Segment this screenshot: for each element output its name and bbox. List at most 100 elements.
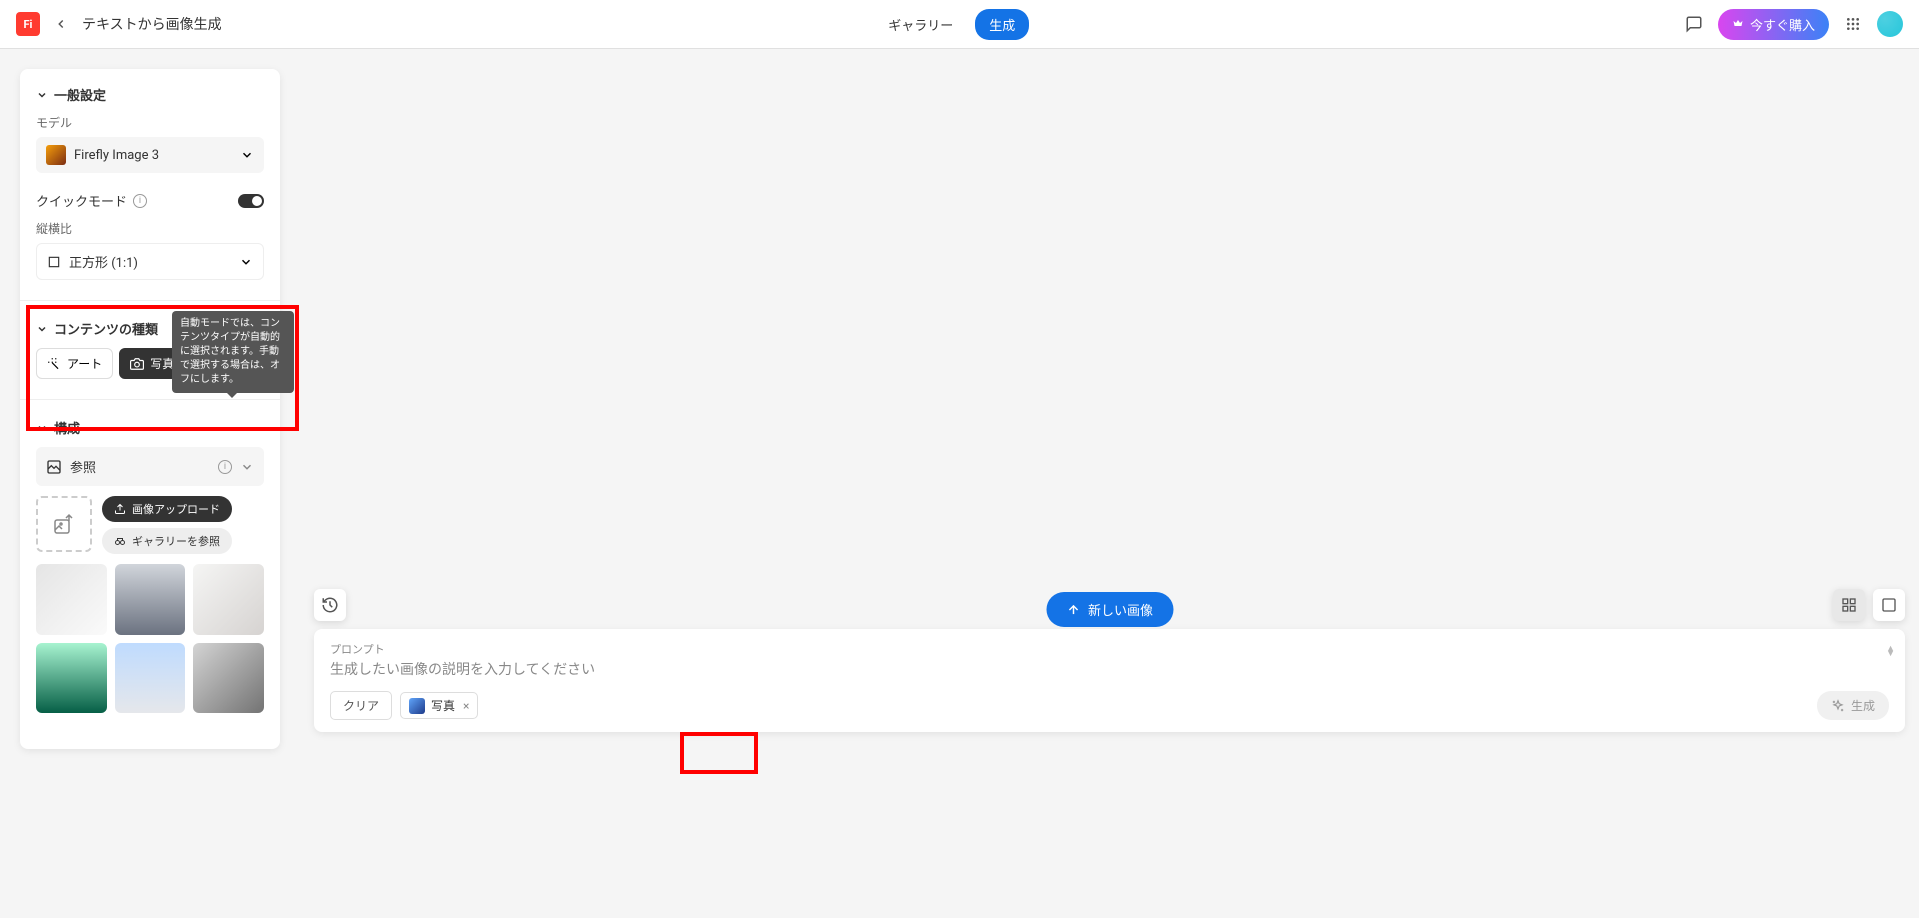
chevron-left-icon (54, 17, 68, 31)
section-content-type-title: コンテンツの種類 (54, 319, 158, 338)
cloud-upload-icon (114, 503, 126, 515)
quick-mode-label-group: クイックモード i (36, 191, 147, 210)
tab-gallery[interactable]: ギャラリー (874, 9, 967, 40)
header-tabs: ギャラリー 生成 (874, 9, 1029, 40)
header-left: Fi テキストから画像生成 (16, 12, 222, 36)
model-select[interactable]: Firefly Image 3 (36, 137, 264, 173)
square-icon (47, 255, 61, 269)
image-upload-icon (52, 512, 76, 536)
browse-gallery-label: ギャラリーを参照 (132, 533, 220, 549)
info-icon[interactable]: i (218, 460, 232, 474)
browse-gallery-button[interactable]: ギャラリーを参照 (102, 528, 232, 554)
generate-button[interactable]: 生成 (1817, 691, 1889, 720)
main-area: 一般設定 モデル Firefly Image 3 クイックモード i 縦横比 (0, 49, 1919, 918)
prompt-input[interactable]: 生成したい画像の説明を入力してください (330, 659, 1889, 679)
model-thumbnail (46, 145, 66, 165)
section-general-header[interactable]: 一般設定 (36, 85, 264, 104)
back-button[interactable] (52, 15, 70, 33)
section-composition-title: 構成 (54, 418, 80, 437)
aspect-select-content: 正方形 (1:1) (47, 252, 138, 271)
model-label: モデル (36, 114, 264, 131)
aspect-value: 正方形 (1:1) (69, 252, 138, 271)
ref-thumb-1[interactable] (36, 564, 107, 635)
page-title: テキストから画像生成 (82, 14, 222, 34)
ref-thumb-3[interactable] (193, 564, 264, 635)
chevron-down-icon (239, 255, 253, 269)
image-upload-button[interactable]: 画像アップロード (102, 496, 232, 522)
chevron-down-icon (240, 460, 254, 474)
reference-icon (46, 459, 62, 475)
chat-icon (1685, 15, 1703, 33)
prompt-box: ▲▼ プロンプト 生成したい画像の説明を入力してください クリア 写真 × 生成 (314, 629, 1905, 732)
quick-mode-toggle[interactable] (238, 194, 264, 208)
reference-box[interactable]: 参照 i (36, 447, 264, 486)
crown-icon (1732, 18, 1744, 30)
clear-button[interactable]: クリア (330, 691, 392, 720)
history-icon (321, 596, 339, 614)
ref-thumb-6[interactable] (193, 643, 264, 714)
photo-label: 写真 (150, 355, 174, 372)
sparkle-icon (1831, 699, 1845, 713)
single-view-icon (1881, 597, 1897, 613)
arrow-up-icon (1066, 603, 1080, 617)
art-label: アート (67, 355, 102, 372)
reference-thumbnails (36, 564, 264, 713)
user-avatar[interactable] (1877, 11, 1903, 37)
reference-right: i (218, 460, 254, 474)
chevron-down-icon (36, 323, 48, 335)
camera-icon (130, 357, 144, 371)
chevron-down-icon (240, 148, 254, 162)
model-value: Firefly Image 3 (74, 148, 159, 163)
section-composition: 構成 参照 i 画像アップロード (36, 418, 264, 713)
section-general: 一般設定 モデル Firefly Image 3 クイックモード i 縦横比 (36, 85, 264, 280)
info-icon[interactable]: i (133, 194, 147, 208)
upload-area: 画像アップロード ギャラリーを参照 (36, 496, 264, 554)
ref-thumb-5[interactable] (115, 643, 186, 714)
prompt-label: プロンプト (330, 641, 1889, 657)
single-view-button[interactable] (1873, 589, 1905, 621)
chevron-down-icon (36, 89, 48, 101)
quick-mode-label: クイックモード (36, 191, 127, 210)
chevron-down-icon (36, 422, 48, 434)
ref-thumb-4[interactable] (36, 643, 107, 714)
section-composition-header[interactable]: 構成 (36, 418, 264, 437)
apps-grid-button[interactable] (1841, 12, 1865, 36)
upload-dropzone[interactable] (36, 496, 92, 552)
upload-label: 画像アップロード (132, 501, 220, 517)
reference-label-group: 参照 (46, 457, 96, 476)
buy-now-label: 今すぐ購入 (1750, 15, 1815, 34)
buy-now-button[interactable]: 今すぐ購入 (1718, 9, 1829, 40)
binoculars-icon (114, 535, 126, 547)
content-type-art-button[interactable]: アート (36, 348, 113, 379)
generate-label: 生成 (1851, 697, 1875, 714)
prompt-tag-photo: 写真 × (400, 692, 478, 719)
aspect-select[interactable]: 正方形 (1:1) (36, 243, 264, 280)
aspect-label: 縦横比 (36, 220, 264, 237)
auto-mode-tooltip: 自動モードでは、コンテンツタイプが自動的に選択されます。手動で選択する場合は、オ… (172, 311, 294, 393)
section-general-title: 一般設定 (54, 85, 106, 104)
upload-buttons: 画像アップロード ギャラリーを参照 (102, 496, 232, 554)
new-image-button[interactable]: 新しい画像 (1046, 592, 1173, 627)
wand-icon (47, 357, 61, 371)
header-right: 今すぐ購入 (1682, 9, 1903, 40)
annotation-highlight-2 (680, 732, 758, 774)
ref-thumb-2[interactable] (115, 564, 186, 635)
tab-generate[interactable]: 生成 (975, 9, 1029, 40)
grid-view-icon (1841, 597, 1857, 613)
canvas-area: 新しい画像 ▲▼ プロンプト 生成したい画像の説明を入力してください クリア 写… (300, 49, 1919, 918)
tag-label: 写真 (431, 697, 455, 714)
reference-label: 参照 (70, 457, 96, 476)
resize-handle[interactable]: ▲▼ (1886, 647, 1895, 657)
app-header: Fi テキストから画像生成 ギャラリー 生成 今すぐ購入 (0, 0, 1919, 49)
notifications-button[interactable] (1682, 12, 1706, 36)
new-image-label: 新しい画像 (1088, 600, 1153, 619)
tag-remove-button[interactable]: × (461, 699, 469, 713)
grid-view-button[interactable] (1833, 589, 1865, 621)
settings-sidebar: 一般設定 モデル Firefly Image 3 クイックモード i 縦横比 (20, 69, 280, 749)
tag-thumbnail (409, 698, 425, 714)
quick-mode-row: クイックモード i (36, 191, 264, 210)
app-logo[interactable]: Fi (16, 12, 40, 36)
prompt-footer: クリア 写真 × 生成 (330, 691, 1889, 720)
view-mode-buttons (1833, 589, 1905, 621)
history-button[interactable] (314, 589, 346, 621)
